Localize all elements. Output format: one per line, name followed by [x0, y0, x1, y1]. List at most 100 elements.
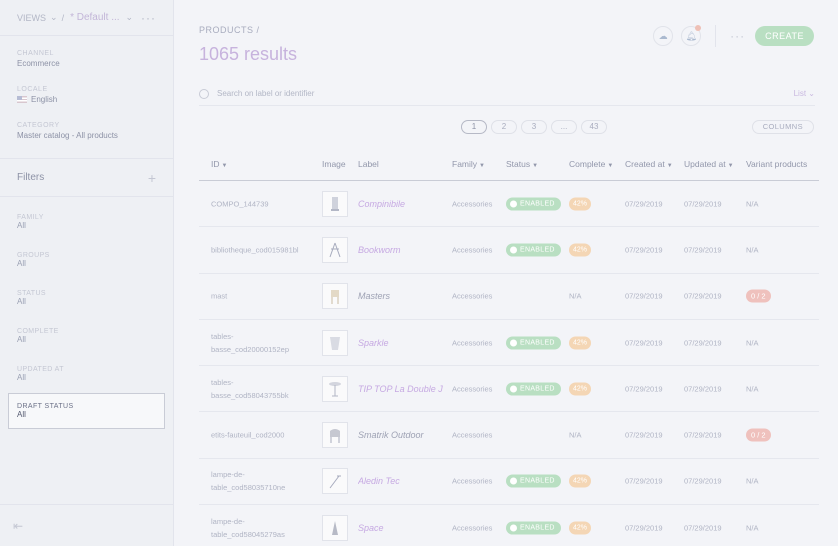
variant-value: N/A	[746, 199, 759, 209]
main-content: PRODUCTS / 1065 results ☁ 🔔︎ ··· CREATE …	[175, 0, 838, 546]
table-row[interactable]: lampe-de-table_cod58045279as Space Acces…	[199, 505, 819, 546]
product-family: Accessories	[452, 476, 493, 486]
category-switcher[interactable]: CATEGORY Master catalog - All products	[17, 122, 156, 140]
locale-value-wrap: English	[17, 95, 156, 104]
product-label[interactable]: Sparkle	[358, 338, 446, 348]
status-dot-icon	[510, 385, 517, 393]
view-selector[interactable]: * Default ...	[70, 12, 119, 23]
product-label[interactable]: Aledin Tec	[358, 476, 446, 486]
col-family[interactable]: Family ▼	[452, 159, 485, 169]
product-id: etits-fauteuil_cod2000	[211, 430, 285, 440]
sort-caret-icon: ▼	[666, 163, 673, 169]
variant-value: N/A	[746, 384, 759, 394]
page-button[interactable]: 3	[521, 120, 547, 134]
product-thumbnail	[322, 329, 348, 356]
product-thumbnail	[322, 236, 348, 263]
product-label[interactable]: Masters	[358, 291, 446, 301]
page-button[interactable]: 1	[461, 120, 487, 134]
display-mode-selector[interactable]: List ⌄	[794, 89, 815, 98]
us-flag-icon	[17, 96, 27, 103]
category-label: CATEGORY	[17, 122, 60, 129]
col-status[interactable]: Status ▼	[506, 159, 538, 169]
product-created: 07/29/2019	[625, 523, 663, 533]
filter-draft-status[interactable]: DRAFT STATUS All	[8, 393, 165, 429]
table-row[interactable]: tables-basse_cod58043755bk TIP TOP La Do…	[199, 366, 819, 413]
filter-updated-at[interactable]: UPDATED AT All	[0, 355, 173, 393]
status-dot-icon	[510, 477, 517, 485]
chevron-down-icon[interactable]: ⌄	[126, 12, 134, 23]
col-updated[interactable]: Updated at ▼	[684, 159, 734, 169]
product-label[interactable]: Compinibile	[358, 199, 446, 209]
product-label[interactable]: Smatrik Outdoor	[358, 430, 446, 440]
table-row[interactable]: etits-fauteuil_cod2000 Smatrik Outdoor A…	[199, 412, 819, 459]
more-actions-icon[interactable]: ···	[730, 29, 745, 43]
shelf-icon	[329, 242, 341, 258]
variant-value: N/A	[746, 523, 759, 533]
product-variant: N/A	[746, 245, 759, 254]
slash-separator: /	[61, 12, 65, 23]
complete-badge: 42%	[569, 521, 592, 535]
product-label[interactable]: TIP TOP La Double J	[358, 384, 446, 394]
user-avatar-icon[interactable]: ☁	[653, 26, 674, 46]
sort-caret-icon: ▼	[607, 163, 614, 169]
filter-groups[interactable]: GROUPS All	[0, 241, 173, 279]
filter-family[interactable]: FAMILY All	[0, 203, 173, 241]
more-options-icon[interactable]: ···	[141, 11, 156, 25]
results-count: 1065 results	[199, 44, 298, 64]
page-ellipsis: ...	[551, 120, 577, 134]
product-thumbnail	[322, 283, 348, 310]
table-row[interactable]: tables-basse_cod20000152ep Sparkle Acces…	[199, 320, 819, 367]
table-header: ID ▼ Image Label Family ▼ Status ▼ Complete…	[199, 150, 819, 181]
product-updated: 07/29/2019	[684, 430, 722, 440]
page-button[interactable]: 2	[491, 120, 517, 134]
product-updated: 07/29/2019	[684, 199, 722, 209]
filter-status[interactable]: STATUS All	[0, 279, 173, 317]
product-created: 07/29/2019	[625, 291, 663, 301]
complete-badge: 42%	[569, 243, 592, 257]
product-status: ENABLED	[506, 197, 561, 211]
page-button[interactable]: 43	[581, 120, 607, 134]
search-input[interactable]: Search on label or identifier	[217, 89, 314, 98]
armchair-icon	[330, 429, 340, 444]
status-badge: ENABLED	[506, 382, 561, 396]
locale-switcher[interactable]: LOCALE English	[17, 86, 156, 104]
product-status: ENABLED	[506, 243, 561, 257]
variant-badge: 0 / 2	[746, 289, 771, 303]
status-dot-icon	[510, 246, 517, 254]
columns-button[interactable]: COLUMNS	[751, 120, 814, 134]
product-id: lampe-de-table_cod58035710ne	[211, 470, 286, 493]
product-complete: 42%	[569, 521, 592, 535]
product-label[interactable]: Space	[358, 523, 446, 533]
collapse-sidebar-icon[interactable]: ⇤	[0, 504, 174, 546]
notifications-icon[interactable]: 🔔︎	[681, 25, 702, 46]
locale-value: English	[31, 95, 58, 104]
locale-label: LOCALE	[17, 86, 48, 93]
table-row[interactable]: mast Masters Accessories N/A 07/29/2019 …	[199, 274, 819, 320]
col-complete[interactable]: Complete ▼	[569, 159, 613, 169]
product-created: 07/29/2019	[625, 430, 663, 440]
breadcrumb[interactable]: PRODUCTS /	[199, 25, 260, 35]
add-filter-icon[interactable]: +	[148, 170, 156, 186]
desk-lamp-icon	[329, 475, 341, 489]
product-thumbnail	[322, 468, 348, 495]
chevron-down-icon[interactable]: ⌄	[50, 12, 58, 23]
col-label: Status	[506, 159, 531, 169]
product-complete: 42%	[569, 474, 592, 488]
views-label: VIEWS	[17, 12, 47, 23]
search-bar: Search on label or identifier List ⌄	[199, 82, 815, 106]
table-row[interactable]: bibliotheque_cod015981bl Bookworm Access…	[199, 227, 819, 274]
table-row[interactable]: COMPO_144739 Compinibile Accessories ENA…	[199, 181, 819, 228]
col-created[interactable]: Created at ▼	[625, 159, 673, 169]
filter-complete[interactable]: COMPLETE All	[0, 317, 173, 355]
product-label[interactable]: Bookworm	[358, 245, 446, 255]
col-id[interactable]: ID ▼	[211, 159, 227, 169]
table-row[interactable]: lampe-de-table_cod58035710ne Aledin Tec …	[199, 459, 819, 506]
pagination: 1 2 3 ... 43	[461, 120, 607, 134]
filter-value: All	[17, 259, 26, 268]
product-thumbnail	[322, 514, 348, 541]
channel-switcher[interactable]: CHANNEL Ecommerce	[17, 50, 156, 68]
filter-label: FAMILY	[17, 214, 44, 221]
create-button[interactable]: CREATE	[755, 26, 814, 46]
product-updated: 07/29/2019	[684, 523, 722, 533]
filter-label: UPDATED AT	[17, 366, 64, 373]
